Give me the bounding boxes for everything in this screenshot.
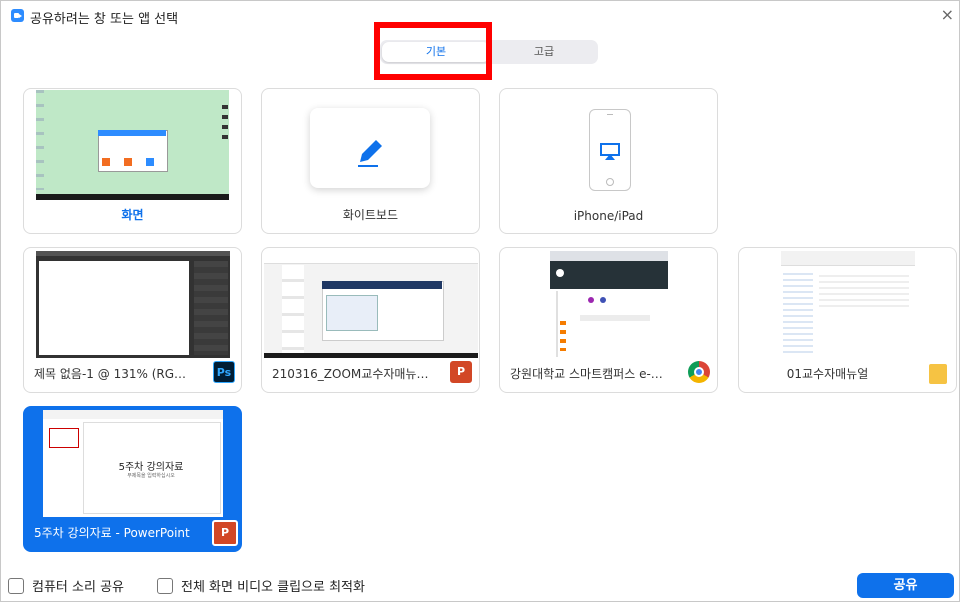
share-computer-sound-option[interactable]: 컴퓨터 소리 공유 <box>8 576 124 595</box>
share-sound-checkbox[interactable] <box>8 577 24 594</box>
title-bar: 공유하려는 창 또는 앱 선택 × <box>0 0 960 30</box>
iphone-ipad-label: iPhone/iPad <box>573 209 644 223</box>
desktop-thumbnail <box>36 90 229 200</box>
explorer-label: 01교수자매뉴얼 <box>786 367 869 381</box>
ppt-week5-label: 5주차 강의자료 - PowerPoint <box>34 526 190 540</box>
optimize-video-label: 전체 화면 비디오 클립으로 최적화 <box>181 580 365 595</box>
phone-thumbnail <box>589 109 631 191</box>
optimize-video-checkbox[interactable] <box>157 577 173 594</box>
powerpoint-icon: P <box>212 520 238 546</box>
window-photoshop[interactable]: 제목 없음-1 @ 131% (RGB/8#) * Ps <box>23 247 242 393</box>
whiteboard-thumbnail <box>310 108 430 188</box>
powerpoint-icon: P <box>450 361 472 383</box>
ppt-manual-thumbnail <box>264 251 478 358</box>
chrome-label: 강원대학교 스마트캠퍼스 e-루리 ... <box>510 367 669 381</box>
optimize-video-option[interactable]: 전체 화면 비디오 클립으로 최적화 <box>157 576 365 595</box>
share-mode-tabs: 기본 고급 <box>380 40 598 64</box>
share-option-iphone-ipad[interactable]: iPhone/iPad <box>499 88 718 234</box>
share-button[interactable]: 공유 <box>857 573 954 598</box>
folder-icon <box>929 364 947 384</box>
tab-basic[interactable]: 기본 <box>382 42 490 62</box>
window-title: 공유하려는 창 또는 앱 선택 <box>30 12 179 27</box>
photoshop-icon: Ps <box>213 361 235 383</box>
chrome-thumbnail <box>550 251 668 358</box>
window-chrome-eruri[interactable]: 강원대학교 스마트캠퍼스 e-루리 ... <box>499 247 718 393</box>
share-option-screen[interactable]: 화면 <box>23 88 242 234</box>
chrome-icon <box>688 361 710 383</box>
tab-advanced[interactable]: 고급 <box>490 40 598 64</box>
ppt-week5-thumbnail: 5주차 강의자료 부제목을 입력하십시오 <box>43 410 223 517</box>
zoom-app-icon <box>11 9 24 22</box>
slide-title: 5주차 강의자료 <box>118 462 184 473</box>
screen-label: 화면 <box>121 208 144 222</box>
share-option-whiteboard[interactable]: 화이트보드 <box>261 88 480 234</box>
share-sound-label: 컴퓨터 소리 공유 <box>32 580 124 595</box>
photoshop-thumbnail <box>36 251 230 358</box>
explorer-thumbnail <box>781 251 915 358</box>
whiteboard-label: 화이트보드 <box>342 208 399 222</box>
ppt-manual-label: 210316_ZOOM교수자매뉴얼(PC) ... <box>272 367 431 381</box>
pencil-icon <box>358 140 382 167</box>
window-ppt-week5[interactable]: 5주차 강의자료 부제목을 입력하십시오 5주차 강의자료 - PowerPoi… <box>23 406 242 552</box>
close-icon[interactable]: × <box>941 5 954 24</box>
photoshop-label: 제목 없음-1 @ 131% (RGB/8#) * <box>34 367 193 381</box>
window-explorer-folder[interactable]: 01교수자매뉴얼 <box>738 247 957 393</box>
window-ppt-zoom-manual[interactable]: 210316_ZOOM교수자매뉴얼(PC) ... P <box>261 247 480 393</box>
slide-subtitle: 부제목을 입력하십시오 <box>127 473 175 479</box>
